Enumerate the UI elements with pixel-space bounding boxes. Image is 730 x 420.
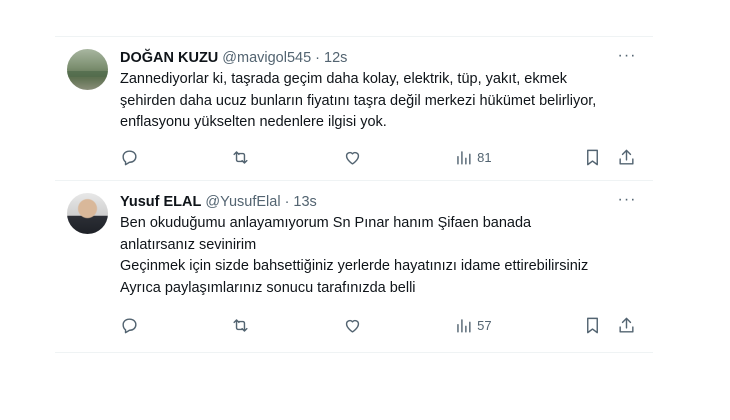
author-handle[interactable]: @mavigol545 bbox=[222, 49, 311, 67]
tweet[interactable]: DOĞAN KUZU @mavigol545 · 12s Zannediyorl… bbox=[55, 36, 653, 181]
separator-dot: · bbox=[315, 50, 321, 66]
tweet-timestamp[interactable]: 12s bbox=[324, 49, 347, 67]
more-options-icon[interactable]: ··· bbox=[617, 191, 637, 209]
bookmark-icon bbox=[587, 317, 598, 333]
secondary-actions bbox=[583, 316, 637, 335]
bookmark-button[interactable] bbox=[583, 316, 603, 335]
views-chart-icon bbox=[457, 318, 471, 333]
more-options-icon[interactable]: ··· bbox=[617, 47, 637, 65]
author-handle[interactable]: @YusufElal bbox=[205, 193, 280, 211]
reply-icon bbox=[122, 149, 137, 165]
tweet[interactable]: Yusuf ELAL @YusufElal · 13s Ben okuduğum… bbox=[55, 181, 653, 353]
tweet-actions: 57 bbox=[120, 315, 637, 335]
tweet-header: DOĞAN KUZU @mavigol545 · 12s bbox=[120, 49, 637, 67]
separator-dot: · bbox=[284, 194, 290, 210]
share-button[interactable] bbox=[617, 148, 637, 167]
avatar[interactable] bbox=[67, 193, 108, 234]
timeline-feed: DOĞAN KUZU @mavigol545 · 12s Zannediyorl… bbox=[55, 36, 653, 353]
tweet-header: Yusuf ELAL @YusufElal · 13s bbox=[120, 193, 637, 211]
retweet-icon bbox=[233, 318, 248, 332]
reply-button[interactable] bbox=[120, 316, 140, 335]
views-count: 57 bbox=[477, 317, 492, 333]
bookmark-button[interactable] bbox=[583, 148, 603, 167]
author-name[interactable]: Yusuf ELAL bbox=[120, 193, 201, 211]
reply-icon bbox=[122, 317, 137, 333]
retweet-button[interactable] bbox=[231, 316, 251, 335]
author-name[interactable]: DOĞAN KUZU bbox=[120, 49, 218, 67]
views-button[interactable]: 57 bbox=[454, 316, 492, 335]
tweet-actions: 81 bbox=[120, 147, 637, 167]
retweet-icon bbox=[233, 150, 248, 164]
heart-icon bbox=[345, 319, 359, 333]
retweet-button[interactable] bbox=[231, 148, 251, 167]
views-chart-icon bbox=[457, 150, 471, 165]
share-icon bbox=[619, 317, 634, 333]
views-button[interactable]: 81 bbox=[454, 148, 492, 167]
like-button[interactable] bbox=[343, 316, 363, 335]
secondary-actions bbox=[583, 148, 637, 167]
tweet-timestamp[interactable]: 13s bbox=[293, 193, 316, 211]
reply-button[interactable] bbox=[120, 148, 140, 167]
tweet-text: Zannediyorlar ki, taşrada geçim daha kol… bbox=[120, 71, 597, 130]
views-count: 81 bbox=[477, 149, 492, 165]
bookmark-icon bbox=[587, 149, 598, 165]
avatar[interactable] bbox=[67, 49, 108, 90]
share-button[interactable] bbox=[617, 316, 637, 335]
heart-icon bbox=[345, 151, 359, 165]
tweet-text: Ben okuduğumu anlayamıyorum Sn Pınar han… bbox=[120, 215, 589, 296]
share-icon bbox=[619, 149, 634, 165]
like-button[interactable] bbox=[343, 148, 363, 167]
